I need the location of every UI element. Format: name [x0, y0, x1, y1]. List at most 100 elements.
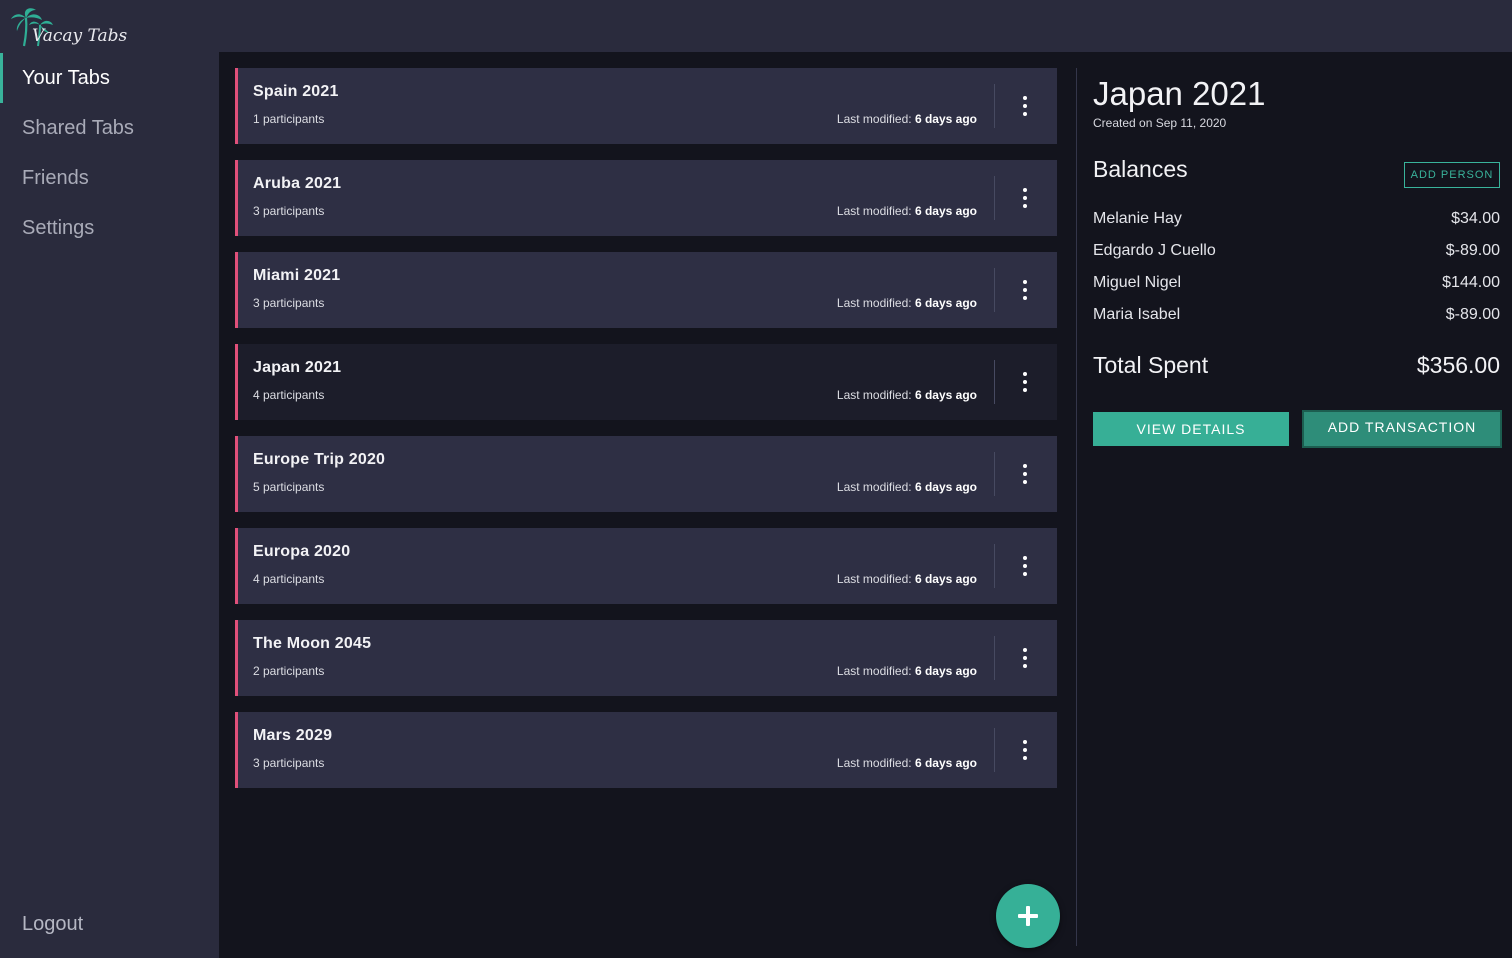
tab-name: The Moon 2045: [253, 635, 372, 652]
sidebar-item-friends[interactable]: Friends: [0, 153, 219, 203]
last-modified-value: 6 days ago: [914, 756, 977, 770]
tab-card[interactable]: Spain 2021 1 participants Last modified: 6…: [235, 68, 1057, 144]
total-spent-label: Total Spent: [1093, 352, 1209, 378]
tab-last-modified: Last modified: 6 days ago: [837, 664, 977, 678]
more-vertical-icon[interactable]: [1013, 370, 1037, 394]
card-divider: [994, 176, 995, 220]
last-modified-value: 6 days ago: [914, 296, 977, 310]
balance-name: Maria Isabel: [1093, 306, 1181, 323]
add-person-button[interactable]: ADD PERSON: [1404, 162, 1500, 188]
tab-last-modified: Last modified: 6 days ago: [837, 572, 977, 586]
sidebar-item-settings[interactable]: Settings: [0, 203, 219, 253]
view-details-button[interactable]: VIEW DETAILS: [1093, 412, 1289, 446]
dot: [1023, 288, 1027, 292]
card-divider: [994, 636, 995, 680]
last-modified-label: Last modified:: [836, 112, 912, 126]
more-vertical-icon[interactable]: [1013, 646, 1037, 670]
tab-last-modified: Last modified: 6 days ago: [837, 204, 977, 218]
last-modified-label: Last modified:: [836, 480, 912, 494]
card-divider: [994, 84, 995, 128]
more-vertical-icon[interactable]: [1013, 186, 1037, 210]
dot: [1023, 96, 1027, 100]
balance-row: Miguel Nigel $144.00: [1093, 274, 1500, 298]
last-modified-label: Last modified:: [836, 572, 912, 586]
dot: [1023, 372, 1027, 376]
add-transaction-button[interactable]: ADD TRANSACTION: [1302, 410, 1502, 448]
card-divider: [994, 452, 995, 496]
more-vertical-icon[interactable]: [1013, 554, 1037, 578]
tab-card[interactable]: Europe Trip 2020 5 participants Last modif…: [235, 436, 1057, 512]
last-modified-value: 6 days ago: [914, 204, 977, 218]
tab-card[interactable]: Miami 2021 3 participants Last modified: 6…: [235, 252, 1057, 328]
balances-heading: Balances: [1093, 156, 1188, 182]
sidebar-item-shared-tabs[interactable]: Shared Tabs: [0, 103, 219, 153]
balance-amount: $-89.00: [1445, 242, 1500, 259]
dot: [1023, 656, 1027, 660]
dot: [1023, 464, 1027, 468]
detail-title: Japan 2021: [1093, 75, 1266, 112]
tab-last-modified: Last modified: 6 days ago: [837, 756, 977, 770]
tab-name: Europa 2020: [253, 543, 351, 560]
last-modified-value: 6 days ago: [914, 480, 977, 494]
more-vertical-icon[interactable]: [1013, 94, 1037, 118]
dot: [1023, 572, 1027, 576]
tab-detail-panel: Japan 2021 Created on Sep 11, 2020 Balan…: [1093, 72, 1502, 448]
tab-last-modified: Last modified: 6 days ago: [837, 112, 977, 126]
tab-name: Europe Trip 2020: [253, 451, 386, 468]
sidebar-item-your-tabs[interactable]: Your Tabs: [0, 53, 219, 103]
dot: [1023, 280, 1027, 284]
card-divider: [994, 544, 995, 588]
tab-participants: 4 participants: [253, 572, 325, 586]
card-divider: [994, 728, 995, 772]
tab-last-modified: Last modified: 6 days ago: [837, 296, 977, 310]
last-modified-label: Last modified:: [836, 296, 912, 310]
balance-row: Melanie Hay $34.00: [1093, 210, 1500, 234]
dot: [1023, 740, 1027, 744]
tab-card[interactable]: The Moon 2045 2 participants Last modified…: [235, 620, 1057, 696]
tab-card[interactable]: Mars 2029 3 participants Last modified: 6 …: [235, 712, 1057, 788]
logout-link[interactable]: Logout: [22, 913, 83, 936]
tab-name: Japan 2021: [253, 359, 342, 376]
dot: [1023, 472, 1027, 476]
last-modified-value: 6 days ago: [914, 112, 977, 126]
dot: [1023, 388, 1027, 392]
tab-participants: 3 participants: [253, 296, 325, 310]
more-vertical-icon[interactable]: [1013, 462, 1037, 486]
last-modified-value: 6 days ago: [914, 388, 977, 402]
last-modified-label: Last modified:: [836, 204, 912, 218]
balance-name: Edgardo J Cuello: [1093, 242, 1216, 259]
tab-card[interactable]: Europa 2020 4 participants Last modified: …: [235, 528, 1057, 604]
tab-name: Miami 2021: [253, 267, 341, 284]
balance-row: Edgardo J Cuello $-89.00: [1093, 242, 1500, 266]
tab-card[interactable]: Aruba 2021 3 participants Last modified: 6…: [235, 160, 1057, 236]
dot: [1023, 104, 1027, 108]
sidebar: Your Tabs Shared Tabs Friends Settings L…: [0, 52, 219, 958]
balance-amount: $144.00: [1442, 274, 1500, 291]
dot: [1023, 564, 1027, 568]
tab-card[interactable]: Japan 2021 4 participants Last modified: 6…: [235, 344, 1057, 420]
more-vertical-icon[interactable]: [1013, 278, 1037, 302]
card-divider: [994, 360, 995, 404]
tab-participants: 5 participants: [253, 480, 325, 494]
more-vertical-icon[interactable]: [1013, 738, 1037, 762]
tab-name: Aruba 2021: [253, 175, 342, 192]
balance-amount: $-89.00: [1445, 306, 1500, 323]
add-tab-button[interactable]: [996, 884, 1060, 948]
plus-icon-stroke: [1026, 906, 1030, 926]
balance-name: Melanie Hay: [1093, 210, 1182, 227]
dot: [1023, 756, 1027, 760]
dot: [1023, 748, 1027, 752]
app-logo[interactable]: Vacay Tabs: [10, 6, 127, 48]
tab-participants: 2 participants: [253, 664, 325, 678]
tab-participants: 3 participants: [253, 756, 325, 770]
top-bar: Vacay Tabs: [0, 0, 1512, 52]
panel-divider: [1076, 68, 1077, 946]
total-spent-row: Total Spent $356.00: [1093, 352, 1500, 384]
detail-created-date: Created on Sep 11, 2020: [1093, 116, 1227, 130]
dot: [1023, 112, 1027, 116]
balance-row: Maria Isabel $-89.00: [1093, 306, 1500, 330]
total-spent-value: $356.00: [1416, 352, 1500, 378]
tab-last-modified: Last modified: 6 days ago: [837, 480, 977, 494]
dot: [1023, 204, 1027, 208]
dot: [1023, 556, 1027, 560]
